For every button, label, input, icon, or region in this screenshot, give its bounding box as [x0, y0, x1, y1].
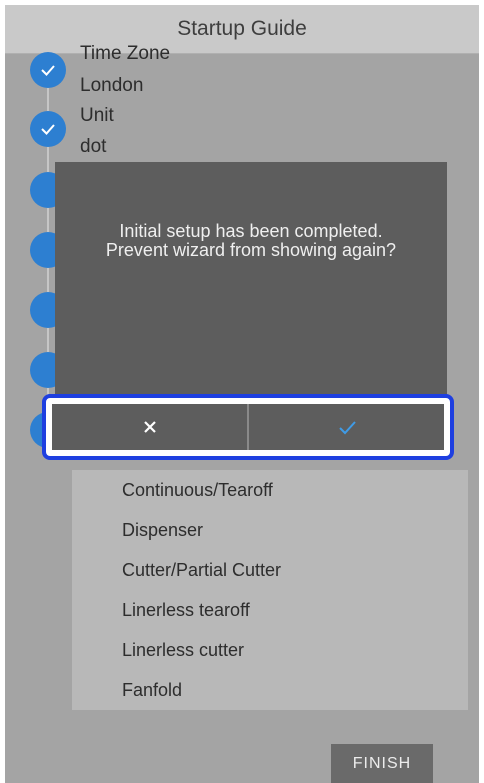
- page-title: Startup Guide: [177, 17, 307, 40]
- confirm-button[interactable]: [247, 404, 444, 450]
- step-check-icon: [30, 111, 66, 147]
- step-label-unit: Unit: [80, 105, 114, 126]
- check-icon: [338, 421, 356, 435]
- step-value-unit: dot: [80, 136, 107, 157]
- setup-complete-dialog: Initial setup has been completed. Preven…: [55, 162, 447, 402]
- dialog-buttons-highlight: [42, 394, 454, 460]
- finish-button[interactable]: FINISH: [331, 744, 433, 783]
- step-value-timezone: London: [80, 75, 144, 96]
- step-check-icon: [30, 52, 66, 88]
- list-item[interactable]: Continuous/Tearoff: [122, 480, 273, 501]
- dialog-message: Initial setup has been completed. Preven…: [55, 222, 447, 260]
- list-item[interactable]: Linerless tearoff: [122, 600, 250, 621]
- close-icon: [143, 421, 156, 433]
- list-item[interactable]: Dispenser: [122, 520, 203, 541]
- list-item[interactable]: Linerless cutter: [122, 640, 244, 661]
- dialog-buttons: [52, 404, 444, 450]
- page-header: Startup Guide: [5, 5, 479, 54]
- cancel-button[interactable]: [52, 404, 247, 450]
- dialog-message-line2: Prevent wizard from showing again?: [105, 240, 397, 260]
- startup-guide-screen: Startup Guide Time Zone London Unit dot …: [5, 5, 479, 783]
- list-item[interactable]: Fanfold: [122, 680, 182, 701]
- step-label-timezone: Time Zone: [80, 43, 171, 64]
- print-mode-list: Continuous/Tearoff Dispenser Cutter/Part…: [72, 470, 468, 710]
- dialog-message-line1: Initial setup has been completed.: [119, 221, 383, 241]
- list-item[interactable]: Cutter/Partial Cutter: [122, 560, 281, 581]
